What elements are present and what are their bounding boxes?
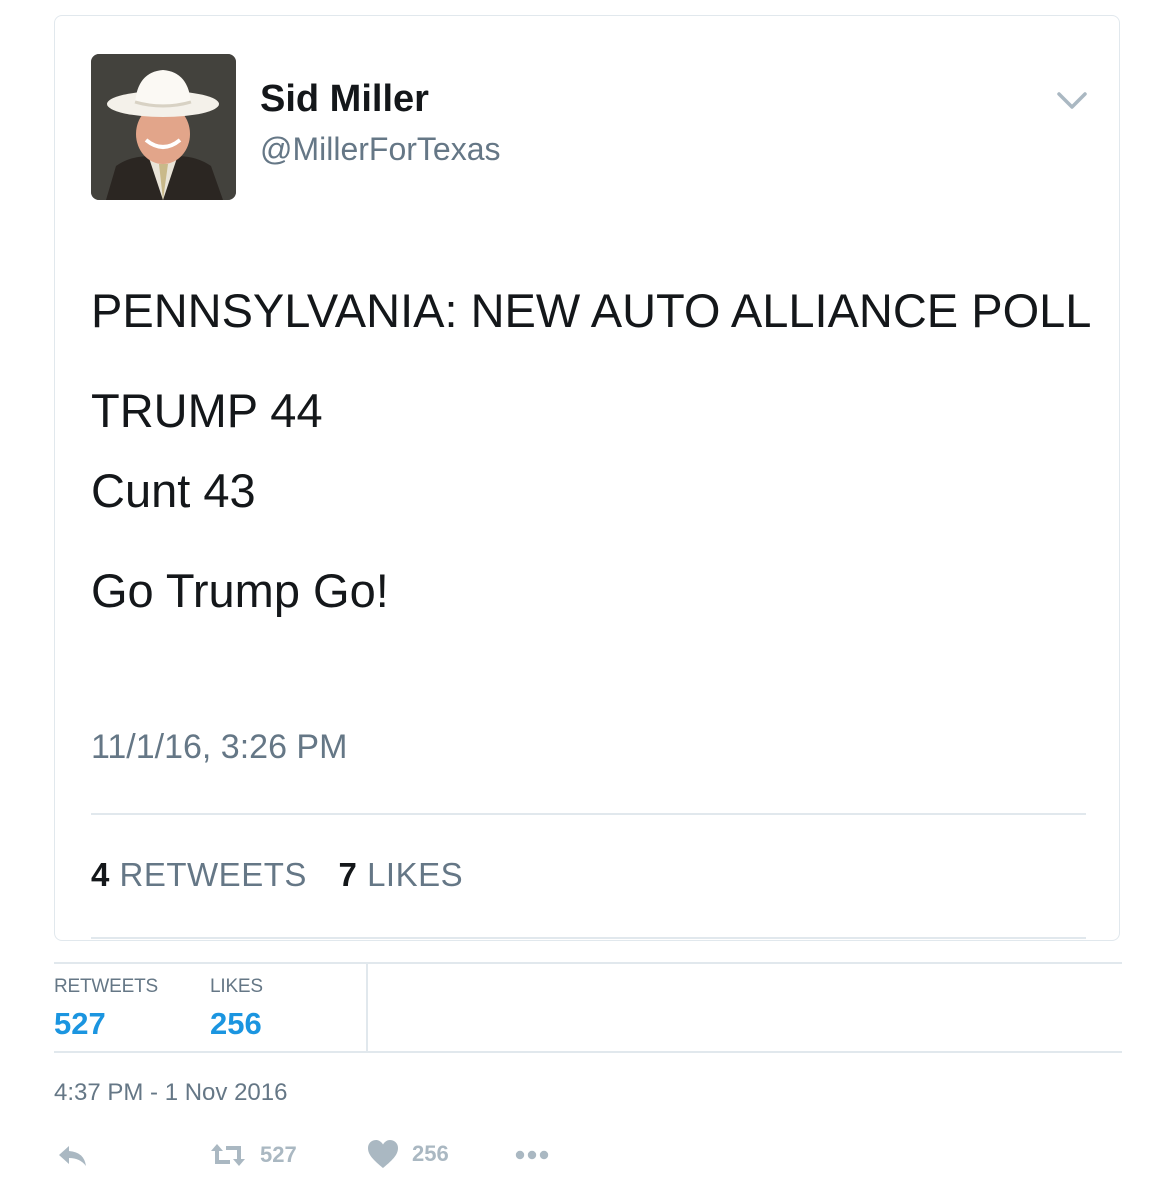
likes-label: LIKES xyxy=(210,976,263,997)
divider xyxy=(54,962,1122,964)
retweet-button[interactable]: 527 xyxy=(208,1138,297,1172)
like-count: 256 xyxy=(412,1141,449,1166)
retweets-label: RETWEETS xyxy=(54,976,158,997)
embedded-likes-label: LIKES xyxy=(367,856,464,893)
avatar[interactable] xyxy=(91,54,236,200)
reply-icon xyxy=(54,1138,90,1174)
embedded-stats: 4 RETWEETS 7 LIKES xyxy=(91,856,485,894)
author-handle[interactable]: @MillerForTexas xyxy=(260,131,501,168)
divider xyxy=(54,1051,1122,1053)
more-dots-icon xyxy=(514,1138,550,1172)
embedded-retweets-stat[interactable]: 4 RETWEETS xyxy=(91,856,307,893)
embedded-retweets-label: RETWEETS xyxy=(119,856,307,893)
retweets-value: 527 xyxy=(54,1006,106,1041)
tweet-line: Cunt 43 xyxy=(91,464,256,517)
like-button[interactable]: 256 xyxy=(366,1138,449,1170)
embedded-likes-count: 7 xyxy=(338,856,358,893)
retweet-icon xyxy=(208,1138,248,1172)
embedded-likes-stat[interactable]: 7 LIKES xyxy=(339,856,464,893)
embedded-timestamp[interactable]: 11/1/16, 3:26 PM xyxy=(91,728,347,767)
retweet-count: 527 xyxy=(260,1142,297,1167)
embedded-tweet-card: Sid Miller @MillerForTexas PENNSYLVANIA:… xyxy=(54,15,1120,941)
divider xyxy=(366,963,368,1051)
tweet-actions: 527 256 xyxy=(54,1138,654,1178)
embedded-retweets-count: 4 xyxy=(91,856,110,893)
divider xyxy=(91,813,1086,815)
retweets-stat[interactable]: RETWEETS 527 xyxy=(54,976,158,1042)
tweet-line: PENNSYLVANIA: NEW AUTO ALLIANCE POLL xyxy=(91,284,1092,337)
tweet-timestamp[interactable]: 4:37 PM - 1 Nov 2016 xyxy=(54,1079,287,1107)
tweet-text: PENNSYLVANIA: NEW AUTO ALLIANCE POLL TRU… xyxy=(91,271,1101,631)
tweet-line: TRUMP 44 xyxy=(91,384,323,437)
author-name[interactable]: Sid Miller xyxy=(260,78,429,121)
likes-stat[interactable]: LIKES 256 xyxy=(210,976,263,1042)
more-button[interactable] xyxy=(514,1138,550,1172)
likes-value: 256 xyxy=(210,1006,262,1041)
avatar-image xyxy=(91,54,236,200)
chevron-down-icon[interactable] xyxy=(1055,88,1089,114)
tweet-line: Go Trump Go! xyxy=(91,564,389,617)
divider xyxy=(91,937,1086,939)
reply-button[interactable] xyxy=(54,1138,90,1174)
heart-icon xyxy=(366,1138,400,1170)
